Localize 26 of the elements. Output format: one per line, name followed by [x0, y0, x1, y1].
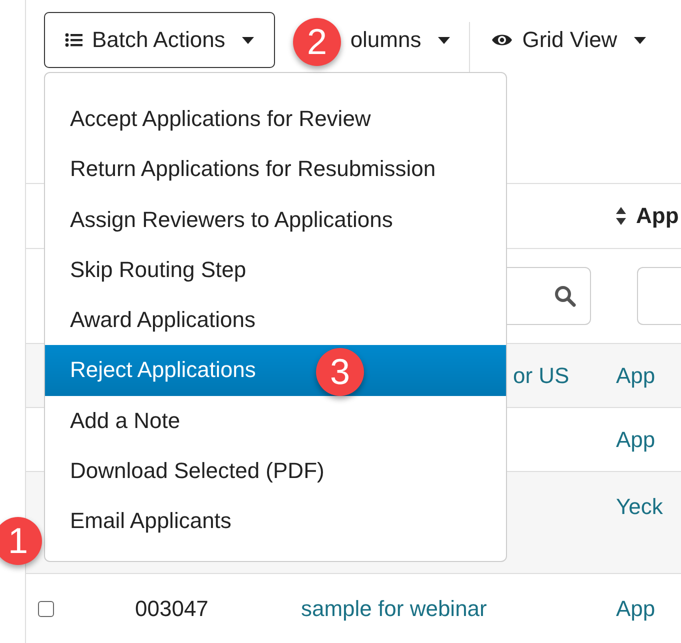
- applicant-link[interactable]: App: [616, 596, 656, 622]
- menu-item[interactable]: Skip Routing Step: [45, 244, 506, 296]
- title-link[interactable]: or US: [513, 362, 570, 388]
- applicant-link[interactable]: App: [616, 426, 656, 452]
- caret-icon: [242, 36, 254, 44]
- menu-item[interactable]: Add a Note: [45, 396, 506, 446]
- menu-item[interactable]: Return Applications for Resubmission: [45, 144, 506, 195]
- row-checkbox[interactable]: [38, 601, 54, 617]
- title-link[interactable]: sample for webinar: [301, 596, 487, 622]
- search-icon: [554, 285, 576, 307]
- applicant-link[interactable]: Yeck: [616, 494, 663, 520]
- table-cell: 003047: [135, 596, 208, 622]
- list-icon: [65, 33, 83, 47]
- filter-field[interactable]: [637, 267, 681, 325]
- menu-item[interactable]: Assign Reviewers to Applications: [45, 194, 506, 245]
- menu-item[interactable]: Accept Applications for Review: [45, 94, 506, 144]
- menu-item[interactable]: Download Selected (PDF): [45, 446, 506, 496]
- caret-icon: [438, 36, 450, 44]
- applicant-link[interactable]: App: [616, 362, 656, 388]
- menu-item[interactable]: Email Applicants: [45, 496, 506, 547]
- caret-icon: [634, 36, 646, 44]
- sort-icon[interactable]: [616, 207, 626, 225]
- column-header[interactable]: App: [636, 203, 679, 229]
- eye-icon: [491, 33, 514, 47]
- menu-item[interactable]: Award Applications: [45, 295, 506, 346]
- dropdown-button[interactable]: Batch Actions: [44, 12, 276, 68]
